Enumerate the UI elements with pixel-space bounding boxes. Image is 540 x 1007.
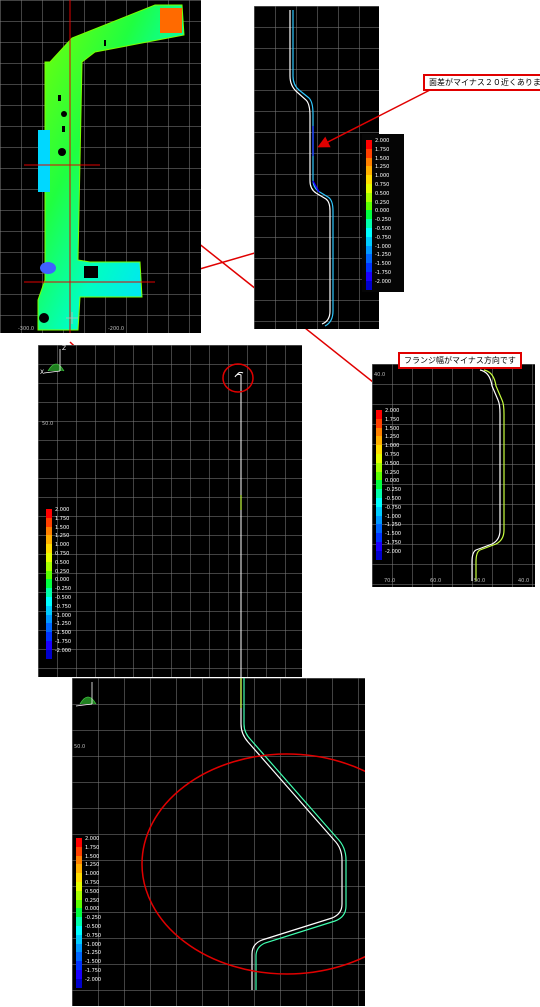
callout-arrow-top bbox=[317, 89, 431, 148]
callout-flange-width: フランジ幅がマイナス方向です bbox=[398, 352, 522, 369]
